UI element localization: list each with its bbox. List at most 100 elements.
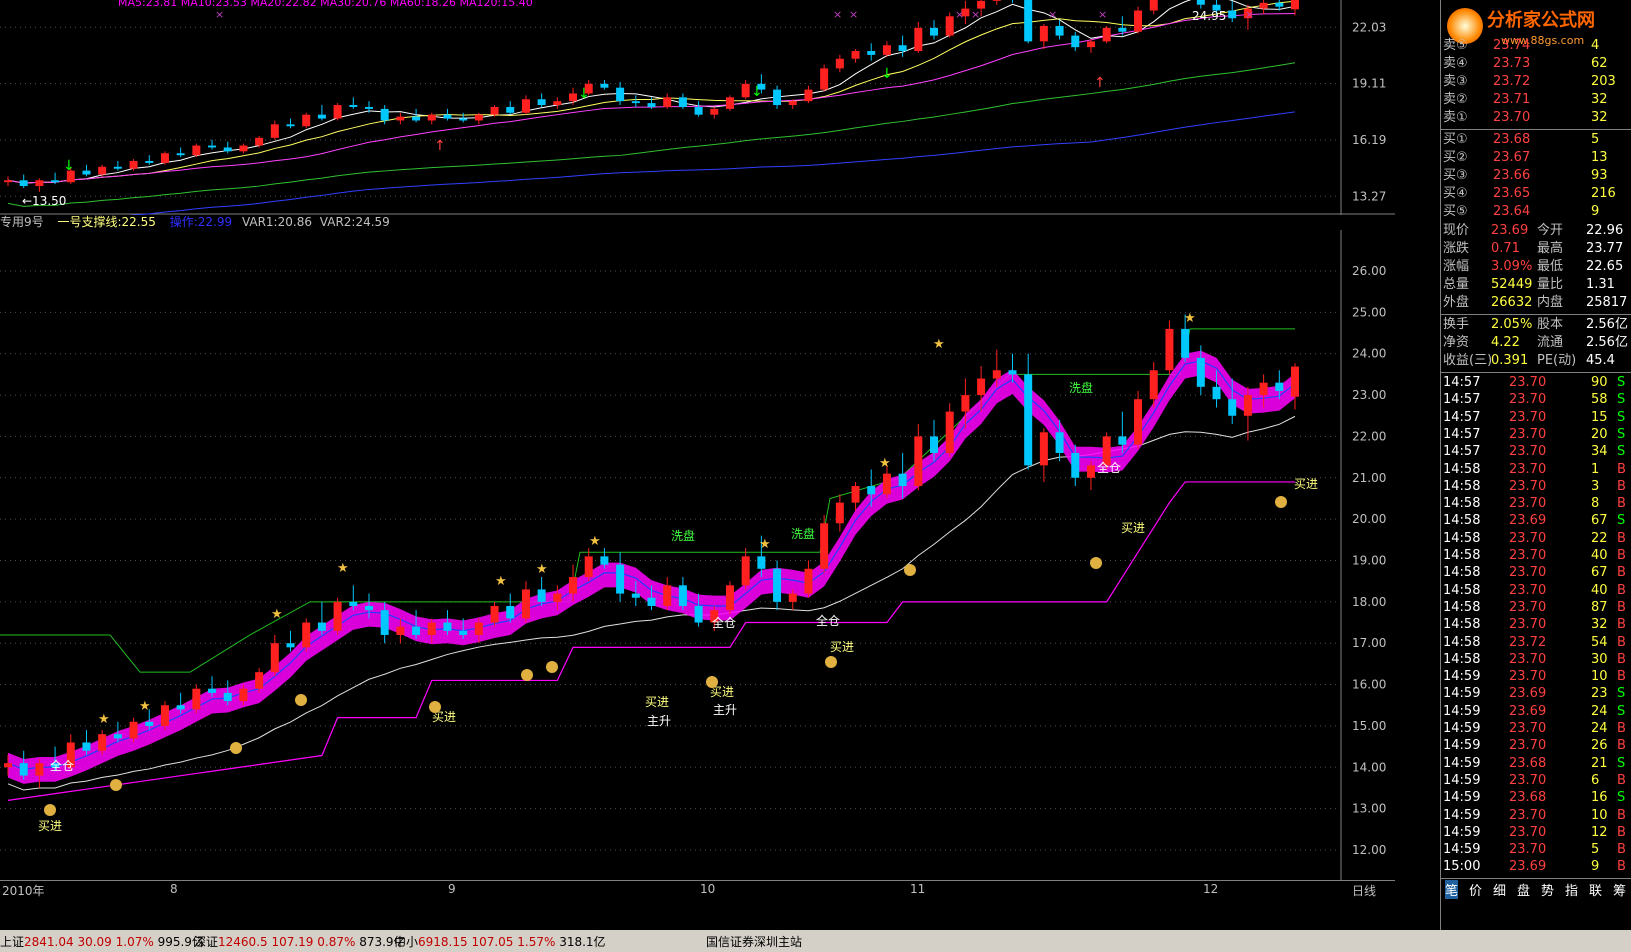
top-candle-body (521, 99, 530, 113)
tick-row-cell: 14:58 (1443, 634, 1481, 650)
top-candle-body (663, 97, 672, 107)
tick-row: 14:58 23.70 67 B (1441, 564, 1631, 582)
period-daily-button[interactable]: 日线 (1352, 882, 1376, 899)
tick-row-cell: 23.70 (1509, 721, 1547, 736)
stat-row: 涨幅 3.09% 最低 22.65 (1441, 258, 1631, 276)
candle-body (474, 622, 483, 635)
tick-row-cell: 14:59 (1443, 824, 1481, 840)
market-index[interactable]: 上证2841.04 30.09 1.07% 995.9亿 (0, 933, 204, 950)
tick-row-cell: 23.70 (1509, 824, 1547, 840)
tick-row-cell: 14:59 (1443, 721, 1481, 736)
market-index-field: 上证 (0, 935, 25, 949)
ask-row: 卖① 23.70 32 (1441, 109, 1631, 127)
bid-row-cell: 买③ (1443, 168, 1468, 183)
panel-tab[interactable]: 指 (1565, 880, 1578, 899)
tick-row-cell: 14:58 (1443, 461, 1481, 477)
bid-row: 买⑤ 23.64 9 (1441, 203, 1631, 221)
tick-row-cell: B (1617, 651, 1626, 667)
tick-row-cell: 23.68 (1509, 755, 1547, 771)
operation-value: 操作:22.99 (169, 215, 233, 229)
tick-row-cell: S (1617, 755, 1626, 771)
panel-tabs: 笔价细盘势指联筹 (1441, 878, 1631, 899)
market-index[interactable]: 深证12460.5 107.19 0.87% 873.9亿 (194, 933, 406, 950)
tick-row-cell: 14:59 (1443, 703, 1481, 719)
money-bag-icon (429, 701, 441, 713)
tick-row-cell: B (1617, 530, 1626, 546)
tick-row-cell: 23.70 (1509, 426, 1547, 442)
stat-row: 外盘 26632 内盘 25817 (1441, 294, 1631, 312)
panel-tab[interactable]: 盘 (1517, 880, 1530, 899)
bid-row-cell: 23.66 (1493, 168, 1531, 183)
tick-row-cell: 23.70 (1509, 461, 1547, 477)
ask-row-cell: 4 (1591, 38, 1600, 53)
candle-body (914, 436, 923, 487)
tick-row-cell: 58 (1591, 392, 1608, 408)
candle-body (757, 556, 766, 569)
tick-row-cell: S (1617, 409, 1626, 425)
bid-row-cell: 买④ (1443, 186, 1468, 201)
candle-body (1071, 452, 1080, 478)
stat-row-cell: 26632 (1491, 295, 1533, 310)
panel-tab[interactable]: 势 (1541, 880, 1554, 899)
up-arrow-icon: ↑ (1094, 75, 1106, 91)
ask-row-cell: 32 (1591, 110, 1608, 125)
candle-body (1149, 370, 1158, 400)
stat-row-cell: 换手 (1443, 317, 1470, 332)
top-price-tick: 19.11 (1352, 77, 1386, 91)
stat-row-cell: 内盘 (1537, 295, 1564, 310)
candle-body (1118, 436, 1127, 445)
top-candle-body (992, 0, 1001, 1)
market-index[interactable]: 中小6918.15 107.05 1.57% 318.1亿 (394, 933, 606, 950)
x-marker-icon: × (955, 8, 964, 21)
candle-body (1259, 382, 1268, 396)
panel-tab[interactable]: 筹 (1613, 880, 1626, 899)
top-candle-body (1291, 0, 1299, 10)
price-chart-top[interactable]: 22.03 19.11 16.19 13.27 ←13.50 24.95 ↓ ↓ ↓ ↓ ↑ ↑ × × ×… (0, 0, 1395, 215)
panel-tab[interactable]: 笔 (1445, 880, 1459, 899)
main-price-tick: 21.00 (1352, 471, 1386, 485)
support-line-value: 一号支撑线:22.55 (57, 215, 156, 229)
market-index-field: 1.07% (111, 935, 154, 949)
tick-row-cell: B (1617, 548, 1626, 563)
candle-body (584, 556, 593, 578)
chart-area[interactable]: 22.03 19.11 16.19 13.27 ←13.50 24.95 ↓ ↓ ↓ ↓ ↑ ↑ × × ×… (0, 0, 1395, 952)
tick-row-cell: 14:57 (1443, 375, 1481, 390)
tick-row: 14:58 23.70 32 B (1441, 616, 1631, 634)
money-bag-icon (44, 804, 56, 816)
money-bag-icon (825, 656, 837, 668)
panel-tab[interactable]: 价 (1469, 880, 1482, 899)
stat-row: 收益(三) 0.391 PE(动) 45.4 (1441, 352, 1631, 370)
top-candle-body (851, 51, 860, 59)
top-candle-body (129, 160, 138, 169)
tick-row: 14:58 23.70 22 B (1441, 530, 1631, 548)
top-candle-body (443, 114, 452, 119)
tick-row-cell: 90 (1591, 375, 1608, 390)
tick-row-cell: 23.70 (1509, 807, 1547, 823)
stat-row-cell: 股本 (1537, 317, 1564, 332)
bid-row-cell: 9 (1591, 204, 1600, 219)
market-index-field: 0.87% (313, 935, 356, 949)
panel-tab[interactable]: 细 (1493, 880, 1506, 899)
candle-body (427, 622, 436, 635)
bid-row: 买④ 23.65 216 (1441, 185, 1631, 203)
top-candle-body (647, 103, 656, 107)
ask-row-cell: 卖④ (1443, 56, 1468, 71)
top-candle-body (553, 101, 562, 106)
var2-value: VAR2:24.59 (319, 215, 390, 229)
down-arrow-icon: ↓ (751, 84, 763, 100)
top-candle-body (223, 147, 232, 152)
tick-row-cell: 14:58 (1443, 651, 1481, 667)
tick-row-cell: 23.70 (1509, 548, 1547, 563)
candle-body (333, 601, 342, 631)
top-candle-body (867, 51, 876, 55)
full-position-label: 全仓 (1097, 460, 1121, 475)
tick-row-cell: 23.70 (1509, 582, 1547, 598)
indicator-chart-main[interactable]: 26.00 25.00 24.00 23.00 22.00 21.00 20.00 19.00… (0, 230, 1395, 880)
top-candle-body (270, 124, 279, 138)
stat-row-cell: 外盘 (1443, 295, 1470, 310)
panel-tab[interactable]: 联 (1589, 880, 1602, 899)
tick-row-cell: 14:59 (1443, 738, 1481, 754)
tick-row: 14:59 23.70 12 B (1441, 824, 1631, 842)
candle-body (208, 688, 217, 693)
top-candle-body (474, 114, 483, 121)
